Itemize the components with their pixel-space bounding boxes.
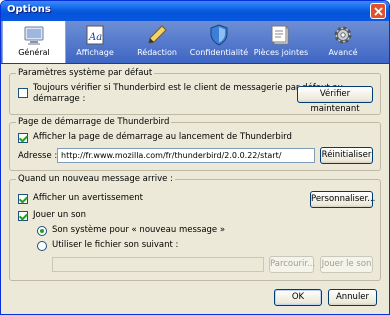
general-icon xyxy=(24,26,44,45)
composition-icon xyxy=(148,25,167,44)
close-icon xyxy=(374,7,383,16)
check-now-button[interactable]: Vérifier maintenant xyxy=(297,86,373,114)
options-window: Options Général Aa Affichage Rédaction C… xyxy=(0,0,390,315)
tab-advanced[interactable]: Avancé xyxy=(312,21,374,63)
custom-sound-radio[interactable] xyxy=(37,241,47,251)
custom-sound-label: Utiliser le fichier son suivant : xyxy=(52,240,179,250)
cancel-button[interactable]: Annuler xyxy=(328,289,377,306)
show-alert-checkbox[interactable] xyxy=(18,194,28,204)
title-bar[interactable]: Options xyxy=(1,1,389,21)
close-button[interactable] xyxy=(370,3,386,19)
reset-button[interactable]: Réinitialiser xyxy=(320,147,373,164)
category-toolbar: Général Aa Affichage Rédaction Confident… xyxy=(1,21,389,64)
check-default-checkbox[interactable] xyxy=(18,88,28,98)
privacy-icon xyxy=(210,24,228,46)
tab-privacy[interactable]: Confidentialité xyxy=(188,21,250,63)
show-alert-label: Afficher un avertissement xyxy=(33,193,143,203)
new-message-title: Quand un nouveau message arrive : xyxy=(16,174,175,184)
customize-button[interactable]: Personnaliser... xyxy=(310,191,375,208)
system-sound-radio[interactable] xyxy=(37,226,47,236)
tab-composition[interactable]: Rédaction xyxy=(126,21,188,63)
play-sound-label: Jouer un son xyxy=(33,210,87,220)
show-start-page-label: Afficher la page de démarrage au lanceme… xyxy=(33,132,292,142)
tab-display[interactable]: Aa Affichage xyxy=(64,21,126,63)
address-input[interactable]: http://fr.www.mozilla.com/fr/thunderbird… xyxy=(57,148,315,163)
system-defaults-group: Paramètres système par défaut Toujours v… xyxy=(9,68,381,115)
sound-file-input[interactable] xyxy=(52,257,264,272)
play-sound-checkbox[interactable] xyxy=(18,211,28,221)
tab-attachments[interactable]: Pièces jointes xyxy=(250,21,312,63)
system-defaults-title: Paramètres système par défaut xyxy=(16,68,155,78)
tab-general[interactable]: Général xyxy=(2,21,66,63)
window-title: Options xyxy=(7,4,51,15)
advanced-icon xyxy=(334,26,352,44)
svg-text:Aa: Aa xyxy=(88,32,102,43)
address-label: Adresse : xyxy=(18,151,58,161)
tab-display-label: Affichage xyxy=(76,48,114,57)
system-sound-label: Son système pour « nouveau message » xyxy=(52,225,226,235)
check-default-label-line2: démarrage : xyxy=(33,94,86,104)
ok-button[interactable]: OK xyxy=(274,289,322,306)
tab-attachments-label: Pièces jointes xyxy=(253,48,309,57)
startup-title: Page de démarrage de Thunderbird xyxy=(16,117,172,127)
play-sound-button[interactable]: Jouer le son xyxy=(320,256,373,273)
startup-group: Page de démarrage de Thunderbird Affiche… xyxy=(9,117,381,171)
tab-privacy-label: Confidentialité xyxy=(189,48,249,57)
display-icon: Aa xyxy=(86,25,104,45)
tab-advanced-label: Avancé xyxy=(328,48,358,57)
tab-composition-label: Rédaction xyxy=(137,48,177,57)
show-start-page-checkbox[interactable] xyxy=(18,133,28,143)
browse-button[interactable]: Parcourir... xyxy=(269,256,315,273)
tab-general-label: Général xyxy=(18,48,50,57)
new-message-group: Quand un nouveau message arrive : Affich… xyxy=(9,174,381,281)
attachments-icon xyxy=(271,25,289,45)
